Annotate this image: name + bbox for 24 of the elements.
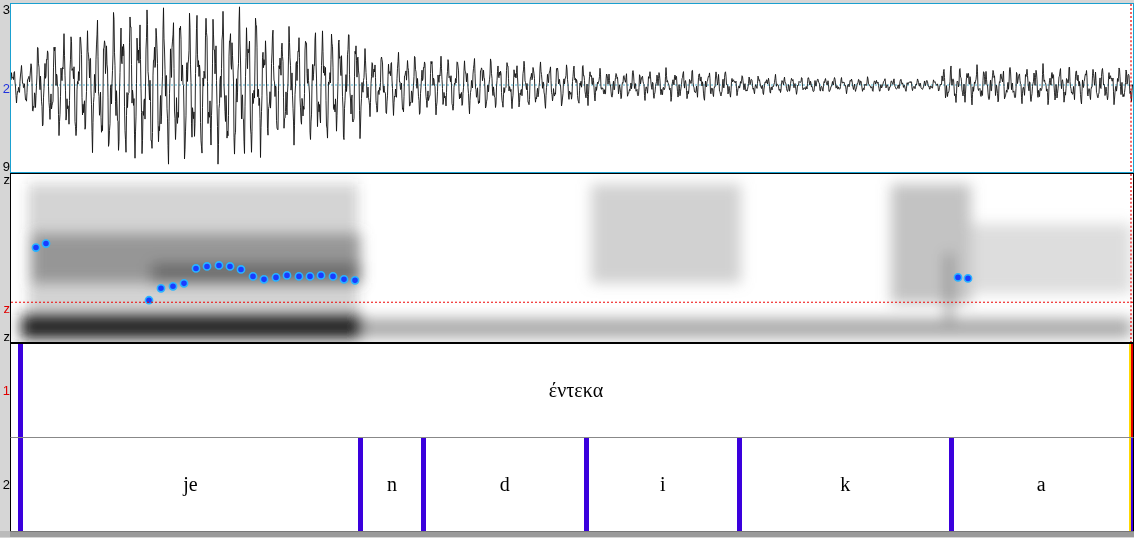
axis-label: z (3, 330, 10, 343)
interval-label[interactable]: je (23, 473, 358, 496)
axis-label: z (3, 301, 10, 315)
boundary-marker[interactable] (948, 438, 954, 531)
axis-label: 9 (2, 160, 10, 173)
interval-label[interactable]: d (426, 473, 584, 496)
boundary-marker[interactable] (1129, 344, 1133, 437)
tier-number[interactable]: 2 (2, 477, 10, 491)
axis-label: 2 (2, 81, 10, 95)
axis-label: 3 (2, 3, 10, 16)
boundary-marker[interactable] (421, 438, 427, 531)
boundary-marker[interactable] (736, 438, 742, 531)
axis-label: z (3, 173, 10, 186)
boundary-marker[interactable] (1129, 438, 1133, 531)
interval-label[interactable]: i (588, 473, 737, 496)
interval-label[interactable]: a (953, 473, 1129, 496)
boundary-marker[interactable] (357, 438, 363, 531)
boundary-marker[interactable] (18, 344, 23, 437)
boundary-marker[interactable] (18, 438, 23, 531)
interval-label[interactable]: έντεκα (23, 379, 1129, 402)
scroll-bar[interactable] (10, 531, 1134, 537)
interval-label[interactable]: n (362, 473, 422, 496)
interval-label[interactable]: k (741, 473, 949, 496)
boundary-marker[interactable] (583, 438, 589, 531)
